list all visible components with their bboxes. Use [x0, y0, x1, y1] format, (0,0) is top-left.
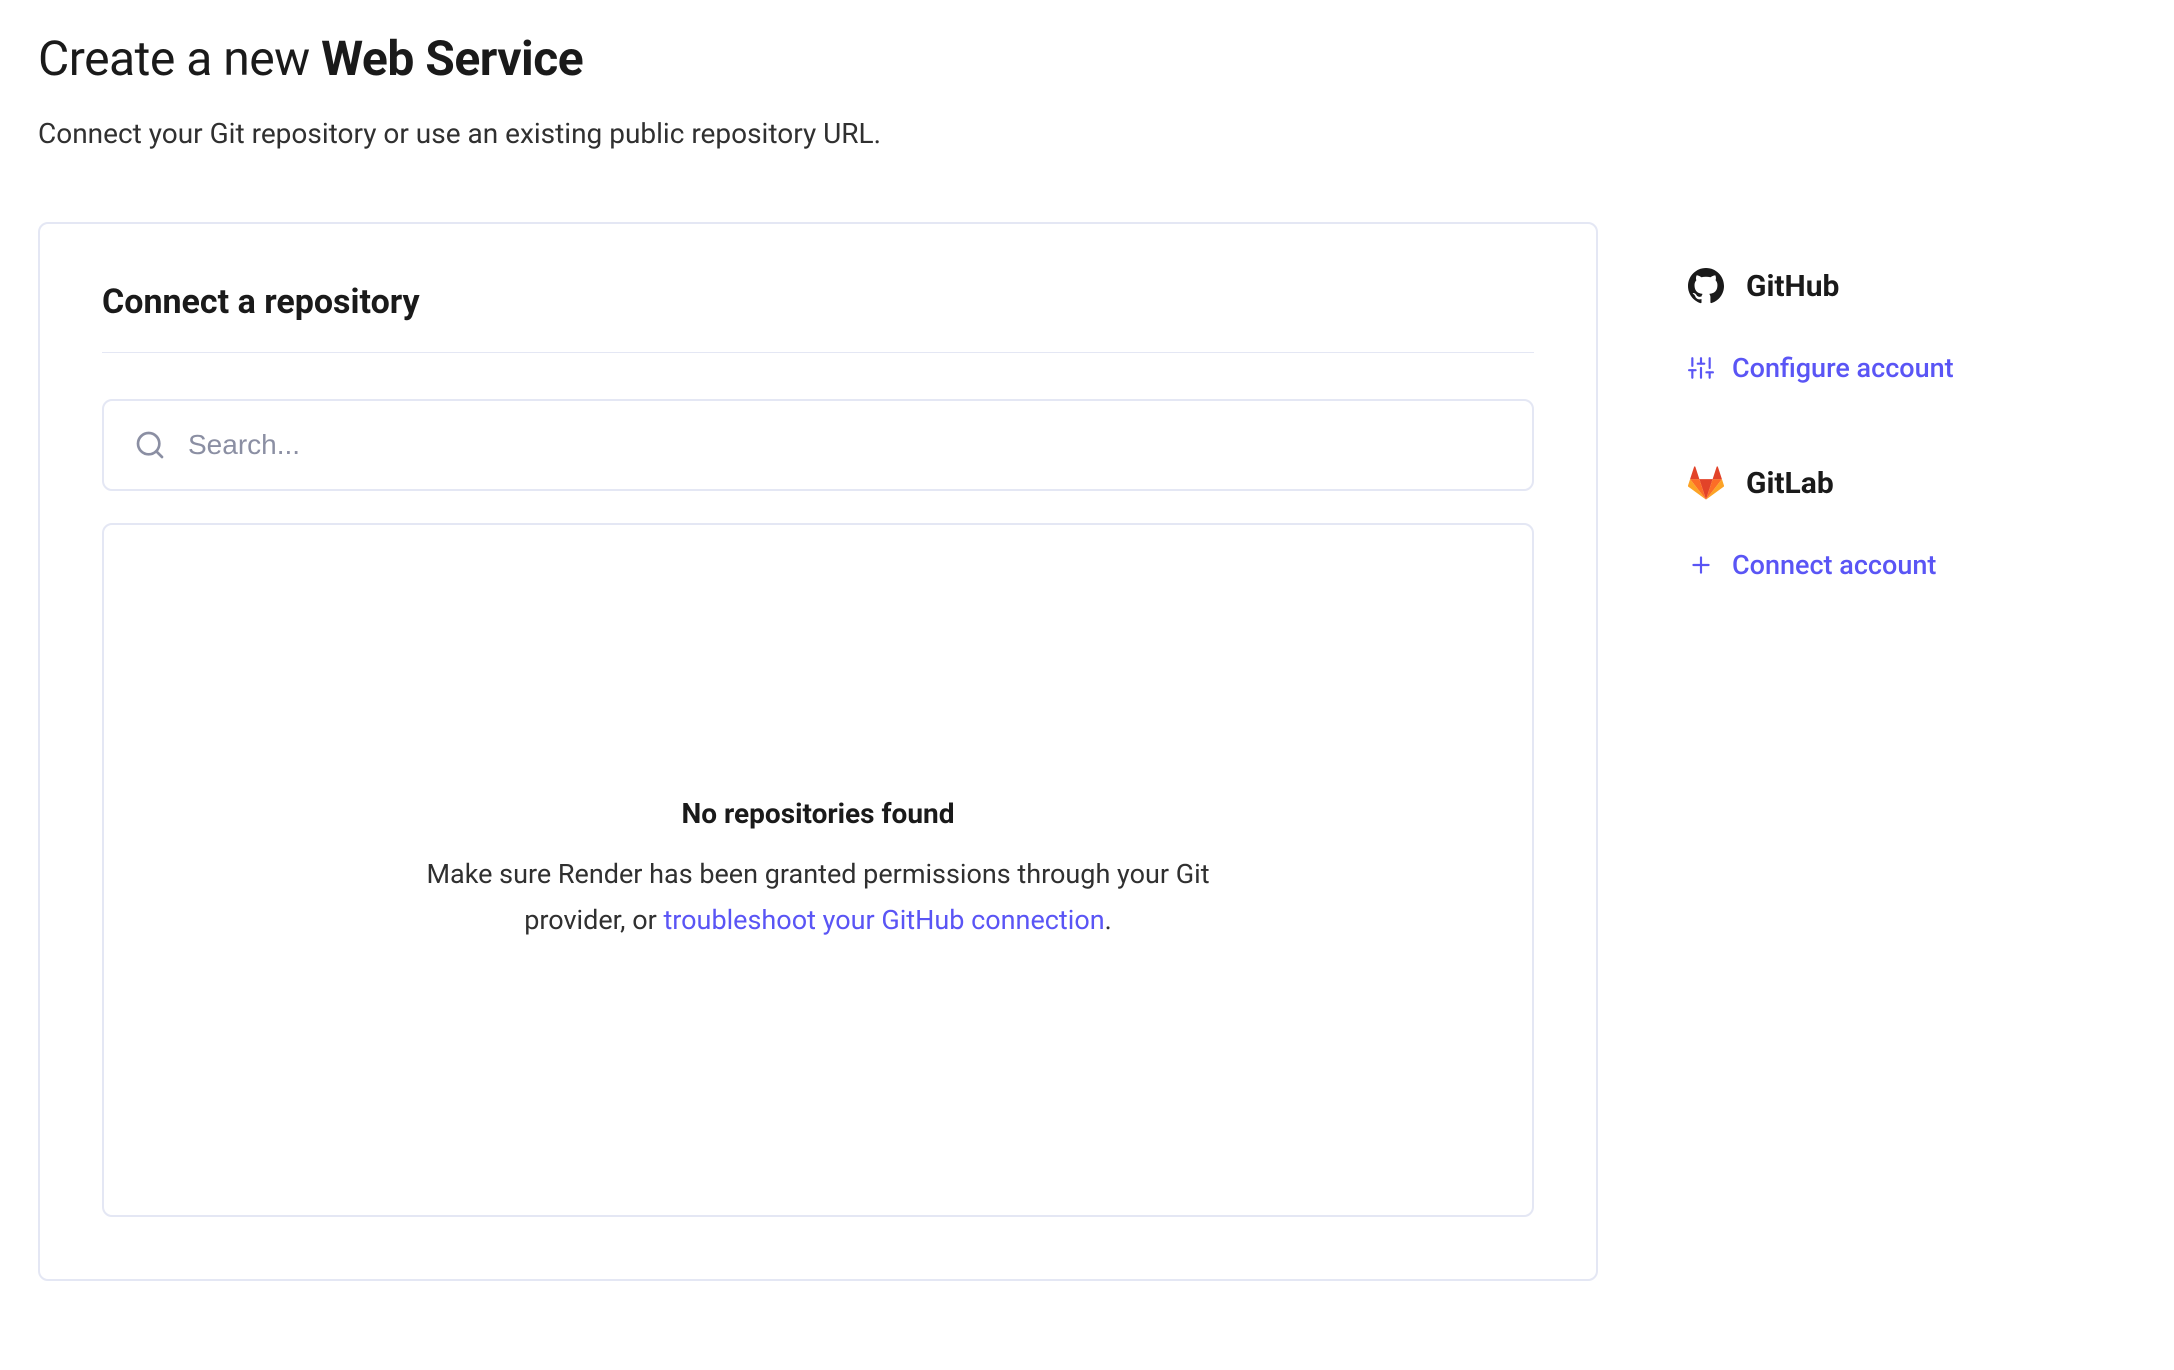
divider [102, 352, 1534, 353]
provider-name-gitlab: GitLab [1746, 466, 1834, 501]
provider-github: GitHub Configure account [1688, 268, 2118, 385]
page-subtitle: Connect your Git repository or use an ex… [38, 117, 2136, 150]
page-title-prefix: Create a new [38, 30, 321, 87]
providers-sidebar: GitHub Configure account [1688, 222, 2118, 662]
search-icon [134, 429, 166, 461]
empty-state-title: No repositories found [682, 797, 955, 830]
sliders-icon [1688, 355, 1714, 381]
provider-gitlab: GitLab Connect account [1688, 465, 2118, 582]
search-input[interactable] [188, 401, 1502, 489]
empty-body-suffix: . [1105, 904, 1112, 936]
connect-gitlab-label: Connect account [1732, 549, 1936, 581]
configure-github-label: Configure account [1732, 352, 1954, 384]
configure-github-button[interactable]: Configure account [1688, 352, 1954, 384]
connect-repo-card: Connect a repository No repositories fou… [38, 222, 1598, 1281]
plus-icon [1688, 552, 1714, 578]
github-icon [1688, 268, 1724, 304]
provider-name-github: GitHub [1746, 269, 1839, 304]
provider-header-gitlab: GitLab [1688, 465, 2118, 501]
provider-header-github: GitHub [1688, 268, 2118, 304]
empty-state-body: Make sure Render has been granted permis… [408, 852, 1228, 944]
section-heading: Connect a repository [102, 282, 1534, 322]
page-title-strong: Web Service [321, 30, 583, 87]
connect-gitlab-button[interactable]: Connect account [1688, 549, 1936, 581]
gitlab-icon [1688, 465, 1724, 501]
search-field-wrap[interactable] [102, 399, 1534, 491]
page-title: Create a new Web Service [38, 30, 2136, 87]
repository-list-empty: No repositories found Make sure Render h… [102, 523, 1534, 1217]
troubleshoot-link[interactable]: troubleshoot your GitHub connection [663, 904, 1104, 936]
